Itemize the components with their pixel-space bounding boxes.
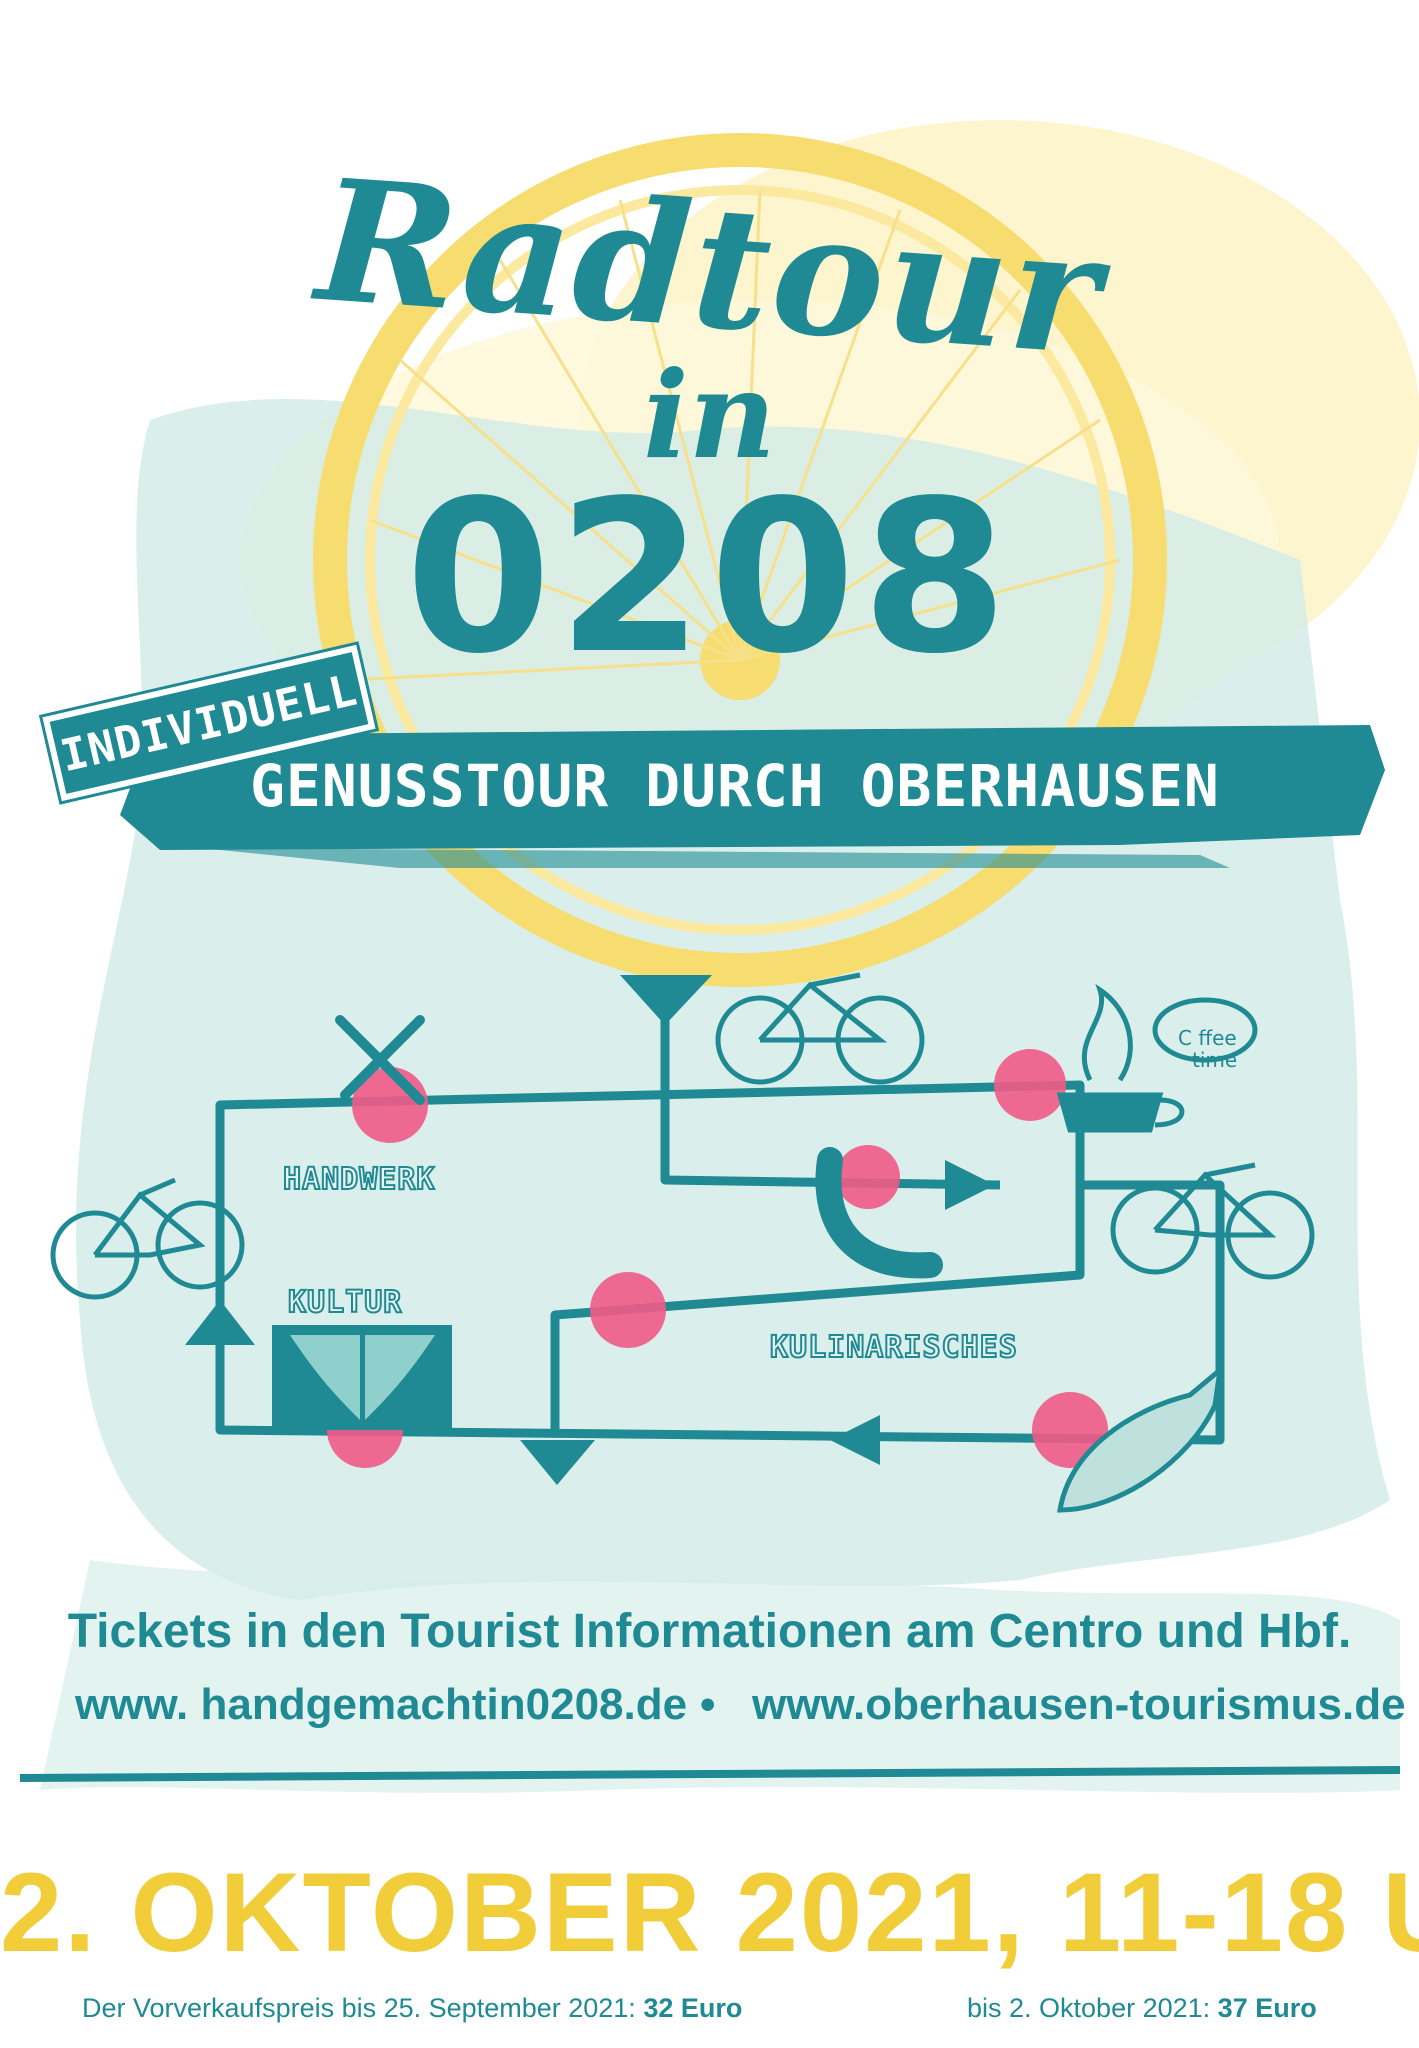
presale-amount: 32 Euro: [643, 1993, 743, 2023]
regular-price: bis 2. Oktober 2021: 37 Euro: [967, 1993, 1317, 2024]
presale-price: Der Vorverkaufspreis bis 25. September 2…: [82, 1993, 742, 2024]
map-label-kultur: KULTUR: [287, 1284, 403, 1321]
regular-amount: 37 Euro: [1217, 1993, 1317, 2023]
theater-curtain-icon: [272, 1325, 452, 1430]
coffee-time-bubble: C ffee time: [1178, 1027, 1237, 1071]
coffee-text-2: time: [1192, 1048, 1238, 1072]
subtitle: GENUSSTOUR DURCH OBERHAUSEN: [250, 752, 1220, 820]
url-separator: •: [700, 1680, 716, 1729]
poster: Radtour in 0208 INDIVIDUELL GENUSSTOUR D…: [0, 0, 1419, 2048]
map-label-kulinarisches: KULINARISCHES: [769, 1329, 1018, 1366]
url-handgemacht[interactable]: www. handgemachtin0208.de: [75, 1680, 687, 1730]
title-area-code: 0208: [405, 455, 1014, 700]
regular-text: bis 2. Oktober 2021:: [967, 1993, 1211, 2023]
watercolor-wash-lower: [40, 1560, 1400, 1793]
coffee-text-1: C ffee: [1178, 1026, 1237, 1050]
url-tourismus[interactable]: www.oberhausen-tourismus.de: [752, 1680, 1406, 1730]
ticket-info: Tickets in den Tourist Informationen am …: [67, 1605, 1352, 1658]
presale-text: Der Vorverkaufspreis bis 25. September 2…: [82, 1993, 636, 2023]
map-label-handwerk: HANDWERK: [282, 1161, 436, 1198]
event-date: 2. OKTOBER 2021, 11-18 Uhr: [0, 1850, 1419, 1975]
